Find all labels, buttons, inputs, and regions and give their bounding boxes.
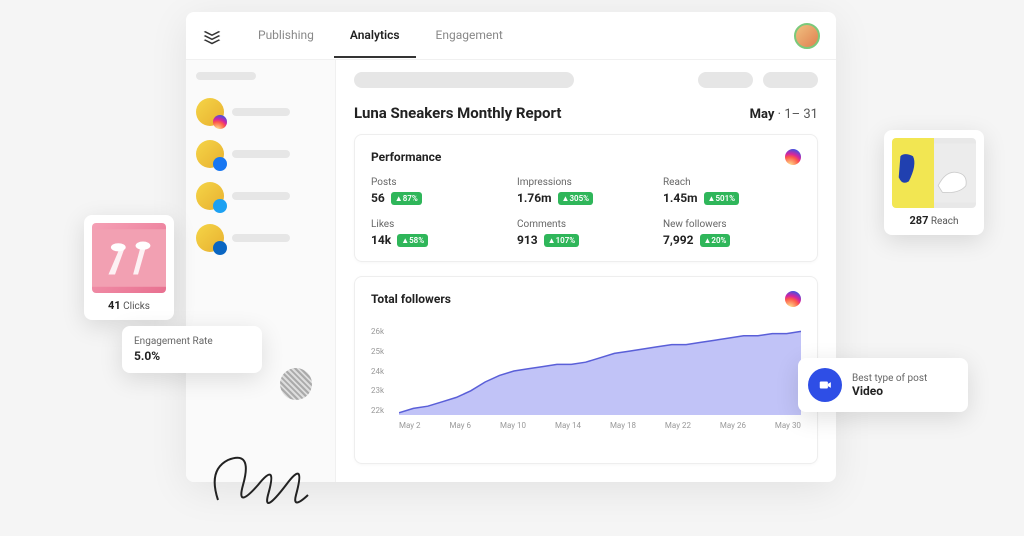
callout-reach-thumbnail [892,138,976,208]
decorative-sphere [280,368,312,400]
tab-analytics[interactable]: Analytics [334,14,416,58]
sidebar-account-instagram[interactable] [196,98,325,126]
metric-new-followers: New followers7,992▲20% [663,219,801,247]
metrics-grid: Posts56▲87% Impressions1.76m▲305% Reach1… [371,177,801,247]
metric-reach: Reach1.45m▲501% [663,177,801,205]
chart-plot-area [399,327,801,415]
callout-clicks-thumbnail [92,223,166,293]
main-content: Luna Sneakers Monthly Report May · 1– 31… [336,60,836,482]
decorative-squiggle [208,430,318,520]
metric-impressions: Impressions1.76m▲305% [517,177,655,205]
sidebar-account-linkedin[interactable] [196,224,325,252]
metric-posts: Posts56▲87% [371,177,509,205]
nav-tabs: Publishing Analytics Engagement [242,14,794,58]
instagram-badge-icon [785,291,801,307]
chart-x-axis: May 2May 6May 10May 14May 18May 22May 26… [399,421,801,430]
performance-card: Performance Posts56▲87% Impressions1.76m… [354,134,818,262]
topbar: Publishing Analytics Engagement [186,12,836,60]
metric-comments: Comments913▲107% [517,219,655,247]
sidebar [186,60,336,482]
callout-engagement-card: Engagement Rate 5.0% [122,326,262,373]
callout-clicks-card: 41 Clicks [84,215,174,320]
facebook-icon [213,157,227,171]
chart-y-axis: 26k25k24k23k22k [371,327,384,415]
tab-engagement[interactable]: Engagement [420,14,519,58]
callout-best-post-card: Best type of post Video [798,358,968,412]
performance-heading: Performance [371,150,441,164]
followers-chart-card: Total followers 26k25k24k23k22k May [354,276,818,464]
tab-publishing[interactable]: Publishing [242,14,330,58]
callout-clicks-text: 41 Clicks [92,299,166,312]
callout-reach-card: 287 Reach [884,130,984,235]
report-date-range[interactable]: May · 1– 31 [750,107,818,122]
engagement-value: 5.0% [134,349,250,363]
app-window: Publishing Analytics Engagement Luna Sne… [186,12,836,482]
followers-heading: Total followers [371,292,451,306]
twitter-icon [213,199,227,213]
sidebar-account-facebook[interactable] [196,140,325,168]
instagram-icon [213,115,227,129]
instagram-badge-icon [785,149,801,165]
best-post-value: Video [852,384,927,398]
engagement-label: Engagement Rate [134,336,250,347]
user-avatar[interactable] [794,23,820,49]
followers-chart: 26k25k24k23k22k May 2May 6May 10May 14Ma… [371,319,801,449]
buffer-logo-icon [202,26,222,46]
video-post-icon [808,368,842,402]
callout-reach-text: 287 Reach [892,214,976,227]
metric-likes: Likes14k▲58% [371,219,509,247]
toolbar-skeleton [354,72,818,88]
linkedin-icon [213,241,227,255]
best-post-label: Best type of post [852,373,927,384]
app-body: Luna Sneakers Monthly Report May · 1– 31… [186,60,836,482]
report-title: Luna Sneakers Monthly Report [354,104,561,122]
sidebar-skeleton [196,72,256,80]
report-title-row: Luna Sneakers Monthly Report May · 1– 31 [354,104,818,122]
sidebar-account-twitter[interactable] [196,182,325,210]
